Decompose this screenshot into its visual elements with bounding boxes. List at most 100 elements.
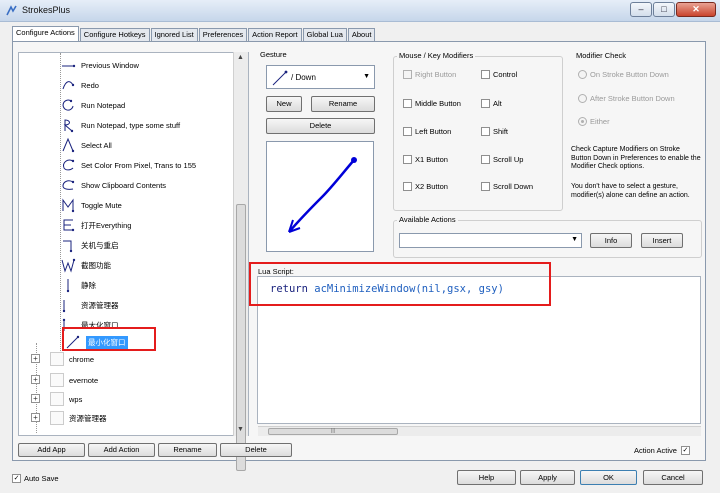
tab-action-report[interactable]: Action Report bbox=[248, 28, 302, 41]
gesture-optional-note: You don't have to select a gesture, modi… bbox=[571, 183, 690, 199]
tree-item[interactable]: Set Color From Pixel, Trans to 155 bbox=[60, 156, 196, 174]
gesture-c-icon bbox=[62, 180, 75, 190]
app-group-icon bbox=[50, 392, 64, 406]
add-action-button[interactable]: Add Action bbox=[88, 443, 155, 457]
tree-item[interactable]: 关机与重启 bbox=[60, 236, 119, 254]
apply-button[interactable]: Apply bbox=[520, 470, 575, 485]
gesture-stroke-drawing bbox=[288, 157, 357, 233]
gesture-label: Gesture bbox=[260, 50, 287, 59]
tab-configure-hotkeys[interactable]: Configure Hotkeys bbox=[79, 28, 150, 41]
tree-item[interactable]: Run Notepad bbox=[60, 96, 125, 114]
gesture-l-icon bbox=[63, 240, 73, 253]
left-button-checkbox[interactable]: Left Button bbox=[403, 127, 451, 136]
tree-item[interactable]: 打开Everything bbox=[60, 216, 131, 234]
gesture-a-icon bbox=[62, 137, 75, 153]
after-stroke-button-down-radio[interactable]: After Stroke Button Down bbox=[578, 94, 675, 103]
gesture-down-icon bbox=[62, 300, 66, 313]
tree-item-label: Redo bbox=[81, 80, 99, 90]
tree-item[interactable]: Previous Window bbox=[60, 56, 139, 74]
tree-item[interactable]: 静除 bbox=[60, 276, 96, 294]
gesture-diag-icon bbox=[272, 70, 288, 86]
tree-group-wps[interactable]: wps bbox=[69, 390, 82, 408]
help-button[interactable]: Help bbox=[457, 470, 516, 485]
tree-item[interactable]: Select All bbox=[60, 136, 112, 154]
chevron-down-icon: ▼ bbox=[363, 73, 370, 80]
new-gesture-button[interactable]: New bbox=[266, 96, 302, 112]
title-bar: StrokesPlus – □ ✕ bbox=[0, 0, 720, 22]
app-group-icon bbox=[50, 352, 64, 366]
chevron-down-icon: ▼ bbox=[571, 236, 578, 243]
middle-button-checkbox[interactable]: Middle Button bbox=[403, 99, 461, 108]
gesture-dropdown[interactable]: / Down ▼ bbox=[266, 65, 375, 89]
info-button[interactable]: Info bbox=[590, 233, 632, 248]
delete-action-button[interactable]: Delete bbox=[220, 443, 292, 457]
rename-action-button[interactable]: Rename bbox=[158, 443, 217, 457]
control-checkbox[interactable]: Control bbox=[481, 70, 517, 79]
either-radio[interactable]: Either bbox=[578, 117, 610, 126]
scroll-down-checkbox[interactable]: Scroll Down bbox=[481, 182, 533, 191]
gesture-curve-icon bbox=[62, 81, 75, 90]
tree-item[interactable]: Run Notepad, type some stuff bbox=[60, 116, 180, 134]
tree-item-label: Previous Window bbox=[81, 60, 139, 70]
app-icon bbox=[6, 5, 17, 16]
shift-checkbox[interactable]: Shift bbox=[481, 127, 508, 136]
tree-group-evernote[interactable]: evernote bbox=[69, 371, 98, 389]
scroll-up-checkbox[interactable]: Scroll Up bbox=[481, 155, 523, 164]
tab-configure-actions[interactable]: Configure Actions bbox=[12, 26, 79, 41]
tree-scrollbar[interactable]: ▲ ▼ bbox=[233, 52, 248, 471]
cancel-button[interactable]: Cancel bbox=[643, 470, 703, 485]
maximize-button[interactable]: □ bbox=[653, 2, 675, 17]
expand-icon[interactable]: + bbox=[31, 375, 40, 384]
insert-button[interactable]: Insert bbox=[641, 233, 683, 248]
tree-item-label: 静除 bbox=[81, 280, 96, 290]
tree-item-label: Toggle Mute bbox=[81, 200, 122, 210]
right-button-checkbox[interactable]: Right Button bbox=[403, 70, 456, 79]
scroll-up-arrow-icon[interactable]: ▲ bbox=[237, 54, 244, 61]
rename-gesture-button[interactable]: Rename bbox=[311, 96, 375, 112]
expand-icon[interactable]: + bbox=[31, 413, 40, 422]
expand-icon[interactable]: + bbox=[31, 394, 40, 403]
delete-gesture-button[interactable]: Delete bbox=[266, 118, 375, 134]
close-button[interactable]: ✕ bbox=[676, 2, 716, 17]
expand-icon[interactable]: + bbox=[31, 354, 40, 363]
tree-item-label: 打开Everything bbox=[81, 220, 132, 230]
gesture-dropdown-value: / Down bbox=[291, 73, 316, 82]
tab-about[interactable]: About bbox=[347, 28, 376, 41]
gesture-circle-icon bbox=[62, 99, 74, 111]
tab-strip: Configure Actions Configure Hotkeys Igno… bbox=[12, 26, 376, 42]
action-active-checkbox[interactable]: ✓ Action Active bbox=[634, 446, 690, 455]
tree-item[interactable]: Toggle Mute bbox=[60, 196, 122, 214]
x2-button-checkbox[interactable]: X2 Button bbox=[403, 182, 448, 191]
scroll-down-arrow-icon[interactable]: ▼ bbox=[237, 426, 244, 433]
auto-save-checkbox[interactable]: ✓ Auto Save bbox=[12, 474, 59, 483]
tree-item[interactable]: 资源管理器 bbox=[60, 296, 119, 314]
tree-item[interactable]: Redo bbox=[60, 76, 99, 94]
on-stroke-button-down-radio[interactable]: On Stroke Button Down bbox=[578, 70, 669, 79]
alt-checkbox[interactable]: Alt bbox=[481, 99, 502, 108]
available-actions-dropdown[interactable]: ▼ bbox=[399, 233, 582, 248]
tree-item-label: 资源管理器 bbox=[81, 300, 119, 310]
tree-item[interactable]: 截图功能 bbox=[60, 256, 111, 274]
gesture-c-icon bbox=[63, 159, 75, 171]
modifier-check-title: Modifier Check bbox=[574, 51, 629, 60]
ok-button[interactable]: OK bbox=[580, 470, 637, 485]
highlight-box-selected-item bbox=[62, 327, 156, 351]
x1-button-checkbox[interactable]: X1 Button bbox=[403, 155, 448, 164]
tree-group-explorer[interactable]: 资源管理器 bbox=[69, 409, 107, 427]
tab-global-lua[interactable]: Global Lua bbox=[302, 28, 347, 41]
app-group-icon bbox=[50, 373, 64, 387]
gesture-e-icon bbox=[63, 219, 75, 232]
lua-horizontal-scrollbar[interactable]: ||| bbox=[258, 426, 701, 436]
action-tree[interactable]: Previous Window Redo Run Notepad Run Not… bbox=[18, 52, 249, 436]
tree-item-label: Set Color From Pixel, Trans to 155 bbox=[81, 160, 197, 170]
tab-ignored-list[interactable]: Ignored List bbox=[150, 28, 198, 41]
tree-item[interactable]: Show Clipboard Contents bbox=[60, 176, 166, 194]
tree-item-label: Run Notepad, type some stuff bbox=[81, 120, 181, 130]
tree-group-chrome[interactable]: chrome bbox=[69, 350, 94, 368]
gesture-r-icon bbox=[63, 119, 74, 133]
add-app-button[interactable]: Add App bbox=[18, 443, 85, 457]
scrollbar-thumb[interactable]: ||| bbox=[268, 428, 398, 435]
tree-item-label: Select All bbox=[81, 140, 112, 150]
minimize-button[interactable]: – bbox=[630, 2, 652, 17]
tab-preferences[interactable]: Preferences bbox=[198, 28, 248, 41]
